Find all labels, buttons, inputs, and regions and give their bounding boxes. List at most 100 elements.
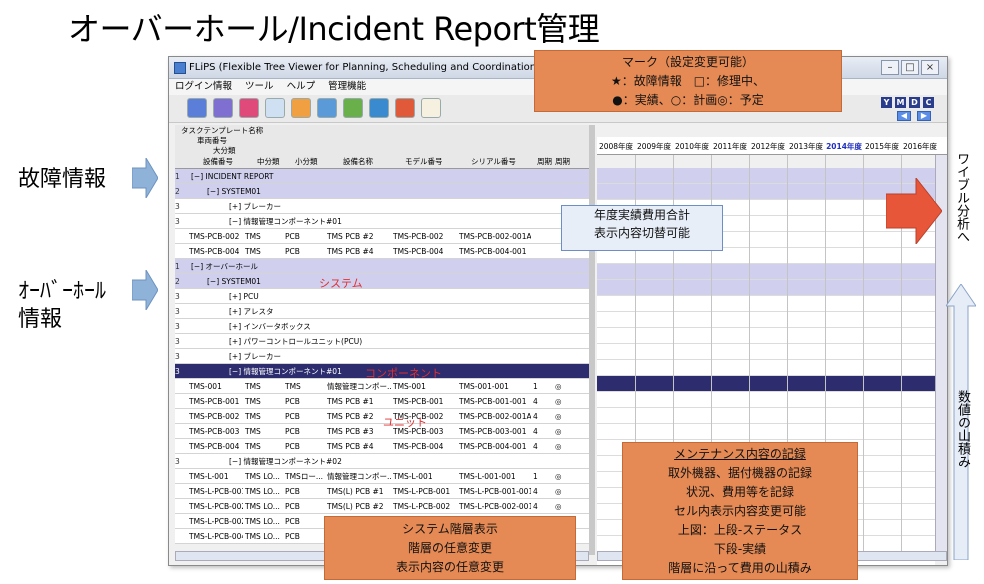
cell-cycle-2: ◎	[555, 487, 562, 496]
tree-node-row[interactable]: 3 [+] インバータボックス	[175, 319, 589, 334]
cell-model-no: TMS-L-PCB-002	[393, 502, 451, 511]
cell-sub-category: PCB	[285, 412, 300, 421]
app-icon	[174, 62, 186, 74]
tree-node-row[interactable]: 3 [+] パワーコントロールユニット(PCU)	[175, 334, 589, 349]
note-icon[interactable]	[421, 98, 441, 118]
cell-cycle-2: ◎	[555, 427, 562, 436]
edit-icon[interactable]	[369, 98, 389, 118]
table-row[interactable]: TMS-PCB-001 TMS PCB TMS PCB #1 TMS-PCB-001 TM…	[175, 394, 589, 409]
col-serial-no[interactable]: シリアル番号	[471, 156, 516, 168]
year-row-band[interactable]	[597, 296, 935, 312]
cell-serial-no: TMS-L-PCB-002-001	[459, 502, 531, 511]
cell-mid-category: TMS	[245, 382, 261, 391]
tree-node-label[interactable]: [+] アレスタ	[229, 304, 274, 319]
cell-serial-no: TMS-L-PCB-001-001	[459, 487, 531, 496]
tree-node-label[interactable]: [+] PCU	[229, 289, 259, 304]
tree-node-row[interactable]: 1 [−] INCIDENT REPORT	[175, 169, 589, 184]
filter-icon[interactable]	[239, 98, 259, 118]
table-row[interactable]: TMS-PCB-004 TMS PCB TMS PCB #4 TMS-PCB-004 TM…	[175, 439, 589, 454]
menu-help[interactable]: ヘルプ	[287, 81, 316, 92]
cell-cycle-2: ◎	[555, 382, 562, 391]
table-row[interactable]: TMS-L-PCB-002 TMS LO... PCB TMS(L) PCB #2 TM…	[175, 499, 589, 514]
cell-sub-category: TMS	[285, 382, 301, 391]
tree-node-label[interactable]: [−] 情報管理コンポーネント#02	[229, 454, 342, 469]
cell-sub-category: PCB	[285, 487, 300, 496]
tree-node-label[interactable]: [+] パワーコントロールユニット(PCU)	[229, 334, 362, 349]
search-icon[interactable]	[265, 98, 285, 118]
tree-node-row[interactable]: 3 [+] PCU	[175, 289, 589, 304]
tree-node-label[interactable]: [−] オーバーホール	[191, 259, 258, 274]
year-row-band[interactable]	[597, 328, 935, 344]
tree-node-row[interactable]: 2 [−] SYSTEM01	[175, 184, 589, 199]
alert-icon[interactable]	[395, 98, 415, 118]
cell-sub-category: PCB	[285, 397, 300, 406]
year-row-band[interactable]	[597, 344, 935, 360]
year-row-band[interactable]	[597, 280, 935, 296]
table-row[interactable]: TMS-001 TMS TMS 情報管理コンポー... TMS-001 TMS-001-0…	[175, 379, 589, 394]
maint-line1: メンテナンス内容の記録	[674, 447, 806, 461]
year-row-band[interactable]	[597, 360, 935, 376]
year-row-band[interactable]	[597, 424, 935, 440]
tree-node-row[interactable]: 3 [+] ブレーカー	[175, 199, 589, 214]
year-row-band[interactable]	[597, 184, 935, 200]
year-row-band[interactable]	[597, 264, 935, 280]
year-row-band[interactable]	[597, 392, 935, 408]
tree-node-row[interactable]: 3 [+] アレスタ	[175, 304, 589, 319]
table-row[interactable]: TMS-PCB-002 TMS PCB TMS PCB #2 TMS-PCB-002 TM…	[175, 229, 589, 244]
tree-node-row[interactable]: 2 [−] SYSTEM01	[175, 274, 589, 289]
chart-icon[interactable]	[343, 98, 363, 118]
year-row-band[interactable]	[597, 376, 935, 392]
maintenance-callout: メンテナンス内容の記録 取外機器、据付機器の記録 状況、費用等を記録 セル内表示…	[622, 442, 858, 580]
tree-node-row[interactable]: 3 [−] 情報管理コンポーネント#01	[175, 214, 589, 229]
tree-node-row[interactable]: 1 [−] オーバーホール	[175, 259, 589, 274]
col-sub-category[interactable]: 小分類	[295, 156, 318, 168]
grid-header: タスクテンプレート名称 車両番号 大分類 設備番号 中分類 小分類 設備名称 モ…	[175, 125, 589, 169]
tree-node-label[interactable]: [−] SYSTEM01	[207, 274, 261, 289]
weibull-arrow-icon	[885, 176, 943, 246]
col-cycle-2[interactable]: 周期	[555, 156, 570, 168]
table-row[interactable]: TMS-PCB-004 TMS PCB TMS PCB #4 TMS-PCB-004 TM…	[175, 244, 589, 259]
tree-node-label[interactable]: [+] ブレーカー	[229, 349, 281, 364]
table-row[interactable]: TMS-PCB-002 TMS PCB TMS PCB #2 TMS-PCB-002 TM…	[175, 409, 589, 424]
cell-equipment-name: TMS(L) PCB #2	[327, 502, 384, 511]
grid-icon[interactable]	[291, 98, 311, 118]
col-equipment-name[interactable]: 設備名称	[343, 156, 373, 168]
tree-node-label[interactable]: [+] インバータボックス	[229, 319, 311, 334]
tree-node-label[interactable]: [−] 情報管理コンポーネント#01	[229, 364, 342, 379]
table-row[interactable]: TMS-L-001 TMS LO... TMSロー... 情報管理コンポー... TMS…	[175, 469, 589, 484]
year-row-band[interactable]	[597, 168, 935, 184]
cell-equipment-name: TMS PCB #4	[327, 247, 374, 256]
tree-node-label[interactable]: [−] 情報管理コンポーネント#01	[229, 214, 342, 229]
cell-serial-no: TMS-PCB-004-001	[459, 247, 527, 256]
cell-equipment-name: TMS PCB #3	[327, 427, 374, 436]
tree-icon[interactable]	[213, 98, 233, 118]
cell-cycle-1: 4	[533, 397, 538, 406]
hierarchy-callout: システム階層表示 階層の任意変更 表示内容の任意変更	[324, 516, 576, 580]
table-row[interactable]: TMS-L-PCB-001 TMS LO... PCB TMS(L) PCB #1 TM…	[175, 484, 589, 499]
table-row[interactable]: TMS-PCB-003 TMS PCB TMS PCB #3 TMS-PCB-003 TM…	[175, 424, 589, 439]
year-row-band[interactable]	[597, 408, 935, 424]
tree-node-label[interactable]: [+] ブレーカー	[229, 199, 281, 214]
cell-equipment-no: TMS-L-PCB-004	[189, 532, 243, 541]
tree-node-label[interactable]: [−] INCIDENT REPORT	[191, 169, 274, 184]
col-mid-category[interactable]: 中分類	[257, 156, 280, 168]
menu-admin[interactable]: 管理機能	[328, 81, 366, 92]
splitter[interactable]	[589, 125, 595, 555]
menu-login[interactable]: ログイン情報	[175, 81, 232, 92]
col-model-no[interactable]: モデル番号	[405, 156, 443, 168]
tree-node-row[interactable]: 3 [+] ブレーカー	[175, 349, 589, 364]
users-icon[interactable]	[187, 98, 207, 118]
cell-sub-category: PCB	[285, 427, 300, 436]
col-cycle-1[interactable]: 周期	[537, 156, 552, 168]
menu-tools[interactable]: ツール	[245, 81, 274, 92]
column-header-row: 設備番号 中分類 小分類 設備名称 モデル番号 シリアル番号 周期 周期	[175, 156, 589, 168]
cell-sub-category: PCB	[285, 502, 300, 511]
cell-mid-category: TMS	[245, 397, 261, 406]
tree-node-row[interactable]: 3 [−] 情報管理コンポーネント#02	[175, 454, 589, 469]
maint-line2: 取外機器、据付機器の記録	[667, 466, 812, 480]
annual-cost-line1: 年度実績費用合計	[593, 208, 690, 222]
year-row-band[interactable]	[597, 312, 935, 328]
export-icon[interactable]	[317, 98, 337, 118]
tree-node-label[interactable]: [−] SYSTEM01	[207, 184, 261, 199]
col-equipment-no[interactable]: 設備番号	[203, 156, 233, 168]
